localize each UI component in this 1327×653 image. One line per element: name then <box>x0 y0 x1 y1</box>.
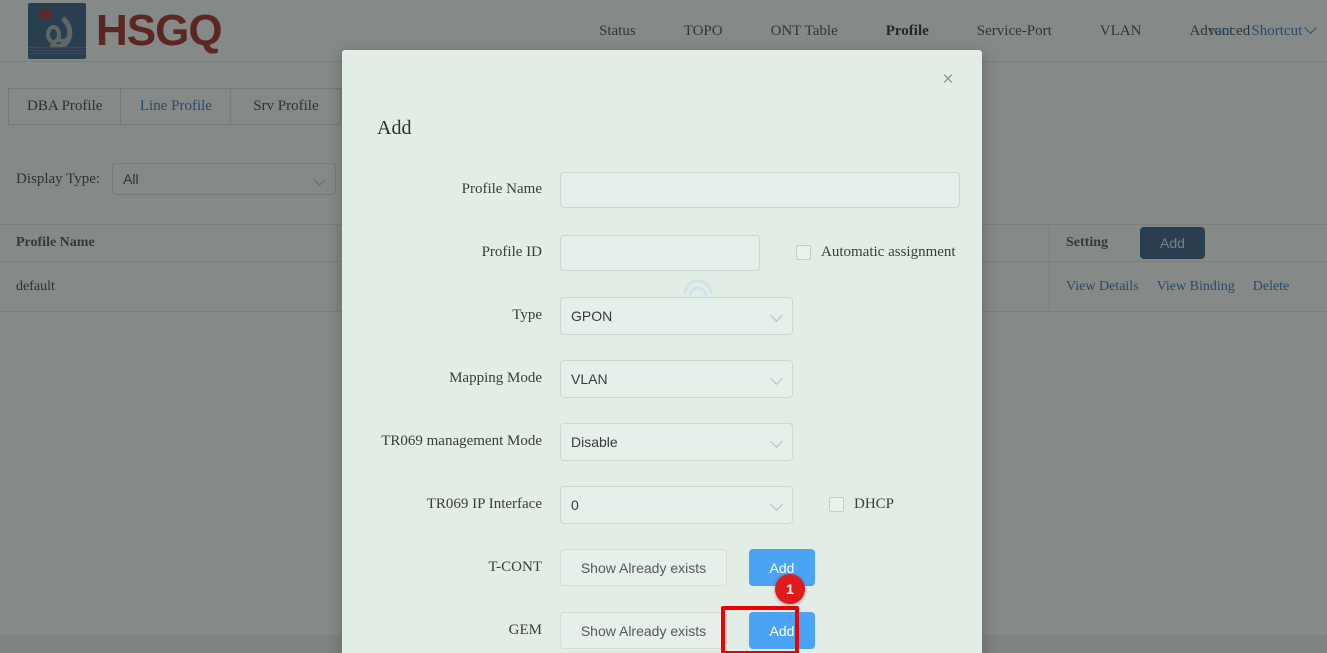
add-profile-form: Profile Name Profile ID Automatic assign… <box>342 158 982 653</box>
chevron-down-icon <box>770 434 783 448</box>
chevron-down-icon <box>770 497 783 511</box>
form-row-type: Type GPON <box>342 284 982 347</box>
label-profile-id: Profile ID <box>481 244 542 260</box>
close-icon[interactable]: × <box>936 68 960 92</box>
control-profile-name <box>560 171 960 208</box>
type-select[interactable]: GPON <box>560 296 793 335</box>
label-tr069-ip-interface: TR069 IP Interface <box>426 496 542 512</box>
gem-add-button-wrapper: Add 1 <box>721 574 815 653</box>
mapping-mode-select[interactable]: VLAN <box>560 359 793 398</box>
form-row-profile-name: Profile Name <box>342 158 982 221</box>
gem-show-already-exists-button[interactable]: Show Already exists <box>560 612 727 649</box>
label-profile-name: Profile Name <box>461 181 542 197</box>
tr069-management-mode-select[interactable]: Disable <box>560 422 793 461</box>
control-type: GPON <box>560 296 793 335</box>
gem-add-button[interactable]: Add <box>749 612 815 649</box>
screen: HSGQ Status TOPO ONT Table Profile Servi… <box>0 0 1327 653</box>
label-mapping-mode: Mapping Mode <box>449 370 542 386</box>
add-line-profile-dialog: Add × ForoISP Profile Name Profile ID <box>342 50 982 653</box>
dhcp-checkbox[interactable]: DHCP <box>829 496 894 513</box>
tcont-show-already-exists-button[interactable]: Show Already exists <box>560 549 727 586</box>
label-gem: GEM <box>508 622 542 638</box>
form-row-profile-id: Profile ID Automatic assignment <box>342 221 982 284</box>
form-row-tr069-management-mode: TR069 management Mode Disable <box>342 410 982 473</box>
automatic-assignment-label: Automatic assignment <box>821 244 956 260</box>
control-profile-id: Automatic assignment <box>560 234 956 271</box>
dhcp-label: DHCP <box>854 496 895 512</box>
checkbox-box-icon <box>829 497 844 512</box>
tr069-ip-interface-select[interactable]: 0 <box>560 485 793 524</box>
control-tr069-management-mode: Disable <box>560 422 793 461</box>
mapping-mode-select-value: VLAN <box>571 370 608 387</box>
tr069-management-mode-value: Disable <box>571 433 618 450</box>
control-mapping-mode: VLAN <box>560 359 793 398</box>
chevron-down-icon <box>770 308 783 322</box>
profile-id-input[interactable] <box>560 234 760 271</box>
control-tr069-ip-interface: 0 DHCP <box>560 485 894 524</box>
label-tcont: T-CONT <box>488 559 542 575</box>
automatic-assignment-checkbox[interactable]: Automatic assignment <box>796 244 956 261</box>
checkbox-box-icon <box>796 245 811 260</box>
form-row-mapping-mode: Mapping Mode VLAN <box>342 347 982 410</box>
dialog-title: Add <box>377 117 412 139</box>
tr069-ip-interface-value: 0 <box>571 496 579 513</box>
profile-name-input[interactable] <box>560 171 960 208</box>
chevron-down-icon <box>770 371 783 385</box>
label-type: Type <box>512 307 542 323</box>
label-tr069-management-mode: TR069 management Mode <box>381 433 542 449</box>
form-row-tcont: T-CONT Show Already exists Add <box>342 536 982 599</box>
form-row-gem: GEM Show Already exists Add 1 <box>342 574 982 653</box>
form-row-tr069-ip-interface: TR069 IP Interface 0 DHCP <box>342 473 982 536</box>
control-gem: Show Already exists Add 1 <box>560 574 815 653</box>
type-select-value: GPON <box>571 307 613 324</box>
step-badge: 1 <box>775 574 805 604</box>
